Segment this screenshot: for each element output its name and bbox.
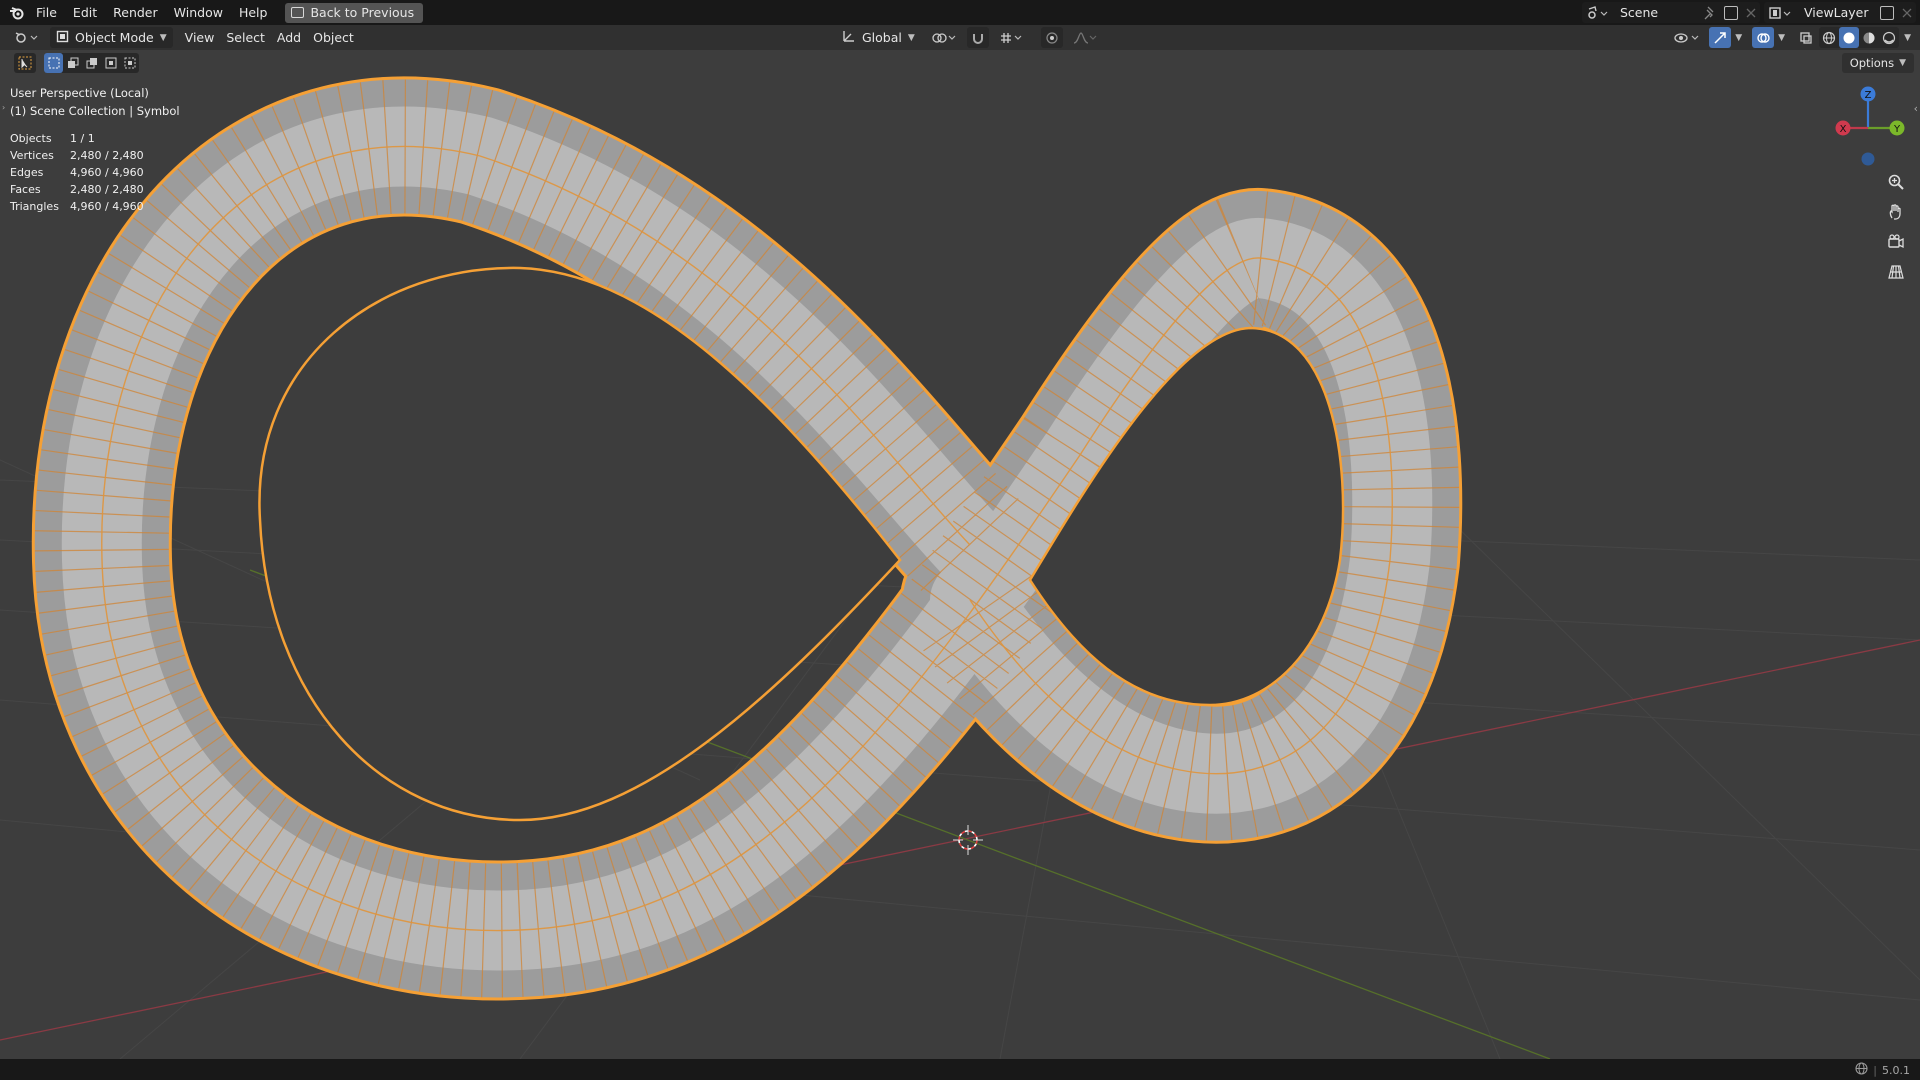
show-overlays-icon[interactable]	[1752, 27, 1775, 48]
chevron-down-icon: ▼	[159, 32, 167, 43]
options-dropdown[interactable]: Options ▼	[1841, 53, 1914, 73]
blender-logo-icon[interactable]	[6, 2, 28, 24]
gizmo-y-axis[interactable]: Y	[1889, 120, 1905, 136]
extend-selection-icon[interactable]	[63, 53, 82, 73]
back-to-previous-label: Back to Previous	[310, 5, 415, 20]
menu-render[interactable]: Render	[105, 2, 166, 24]
gizmo-options-dropdown[interactable]: ▼	[1733, 27, 1744, 48]
stat-row: Triangles 4,960 / 4,960	[10, 200, 144, 213]
viewport-3d[interactable]	[0, 0, 1920, 1080]
rendered-shading-icon[interactable]	[1879, 27, 1899, 48]
view-name-label: User Perspective (Local)	[10, 86, 149, 100]
gizmo-z-axis[interactable]: Z	[1860, 86, 1876, 102]
visibility-selectability-dropdown[interactable]	[1667, 27, 1707, 48]
collection-label: (1) Scene Collection | Symbol	[10, 104, 180, 118]
show-gizmo-icon[interactable]	[1709, 27, 1732, 48]
stat-row: Objects 1 / 1	[10, 132, 95, 145]
svg-text:Y: Y	[1893, 124, 1901, 135]
gizmo-neg-z[interactable]	[1861, 152, 1875, 166]
proportional-falloff-dropdown[interactable]	[1067, 27, 1103, 48]
menu-add[interactable]: Add	[271, 27, 307, 48]
camera-view-icon[interactable]	[1882, 228, 1910, 256]
solid-shading-icon[interactable]	[1839, 27, 1860, 48]
shading-mode-group	[1819, 27, 1900, 48]
scene-icon[interactable]	[1582, 2, 1612, 23]
orientation-icon	[842, 29, 856, 46]
wireframe-shading-icon[interactable]	[1819, 27, 1839, 48]
selection-mode-group	[44, 53, 139, 73]
menu-view[interactable]: View	[179, 27, 221, 48]
menu-select[interactable]: Select	[220, 27, 271, 48]
scene-statistics: Objects 1 / 1 Vertices 2,480 / 2,480 Edges…	[10, 130, 144, 215]
perspective-toggle-icon[interactable]	[1882, 258, 1910, 286]
new-scene-icon[interactable]	[1720, 2, 1742, 23]
stat-row: Faces 2,480 / 2,480	[10, 183, 144, 196]
view-layer-icon[interactable]	[1764, 2, 1796, 23]
navigation-gizmo[interactable]: Z Y X	[1818, 82, 1914, 172]
chevron-down-icon: ▼	[1899, 58, 1906, 68]
transform-orientation-label: Global	[862, 30, 902, 45]
proportional-editing-icon[interactable]	[1040, 27, 1063, 48]
pin-icon[interactable]	[1700, 2, 1720, 23]
tool-settings-bar: Options ▼	[0, 50, 1920, 76]
stat-row: Edges 4,960 / 4,960	[10, 166, 144, 179]
object-mode-icon	[56, 30, 69, 46]
options-label: Options	[1849, 56, 1895, 70]
menu-window[interactable]: Window	[166, 2, 231, 24]
menu-help[interactable]: Help	[231, 2, 276, 24]
material-preview-shading-icon[interactable]	[1859, 27, 1879, 48]
version-info: | 5.0.1	[1855, 1062, 1910, 1078]
stat-row: Vertices 2,480 / 2,480	[10, 149, 144, 162]
new-view-layer-icon[interactable]	[1876, 2, 1898, 23]
pivot-point-dropdown[interactable]	[925, 27, 963, 48]
invert-selection-icon[interactable]	[101, 53, 120, 73]
svg-text:Z: Z	[1865, 90, 1872, 101]
menu-file[interactable]: File	[28, 2, 65, 24]
pan-hand-icon[interactable]	[1882, 198, 1910, 226]
top-menu-bar: File Edit Render Window Help Back to Pre…	[0, 0, 1920, 25]
view-layer-name[interactable]: ViewLayer	[1796, 5, 1876, 20]
scene-selector[interactable]: Scene	[1582, 2, 1760, 23]
object-mode-label: Object Mode	[75, 30, 154, 45]
subtract-selection-icon[interactable]	[82, 53, 101, 73]
svg-text:X: X	[1840, 124, 1847, 135]
scene-name[interactable]: Scene	[1612, 5, 1700, 20]
select-tool-icon[interactable]	[14, 53, 36, 73]
set-new-selection-icon[interactable]	[44, 53, 63, 73]
toggle-xray-icon[interactable]	[1795, 27, 1817, 48]
intersect-selection-icon[interactable]	[120, 53, 139, 73]
overlay-options-dropdown[interactable]: ▼	[1776, 27, 1787, 48]
viewport-header: Object Mode ▼ View Select Add Object Glo…	[0, 25, 1920, 50]
status-bar: | 5.0.1	[0, 1059, 1920, 1080]
expand-arrow-icon[interactable]: ›	[2, 103, 5, 112]
menu-object[interactable]: Object	[307, 27, 360, 48]
object-mode-dropdown[interactable]: Object Mode ▼	[50, 27, 173, 48]
snap-toggle-icon[interactable]	[966, 27, 989, 48]
editor-type-icon[interactable]	[8, 27, 46, 48]
version-label: 5.0.1	[1882, 1063, 1910, 1077]
remove-view-layer-icon[interactable]	[1898, 2, 1916, 23]
zoom-icon[interactable]	[1882, 168, 1910, 196]
globe-icon	[1855, 1062, 1868, 1078]
remove-scene-icon[interactable]	[1742, 2, 1760, 23]
gizmo-x-axis[interactable]: X	[1835, 120, 1851, 136]
back-icon	[291, 7, 305, 18]
transform-orientation-dropdown[interactable]: Global ▼	[836, 27, 921, 48]
menu-edit[interactable]: Edit	[65, 2, 105, 24]
shading-options-dropdown[interactable]: ▼	[1901, 27, 1914, 48]
sidebar-toggle-icon[interactable]: ‹	[1914, 102, 1918, 115]
snap-target-dropdown[interactable]	[993, 27, 1029, 48]
chevron-down-icon: ▼	[907, 32, 915, 43]
back-to-previous-button[interactable]: Back to Previous	[285, 2, 424, 23]
viewport-info-overlay: User Perspective (Local) (1) Scene Colle…	[10, 84, 180, 120]
view-layer-selector[interactable]: ViewLayer	[1764, 2, 1916, 23]
